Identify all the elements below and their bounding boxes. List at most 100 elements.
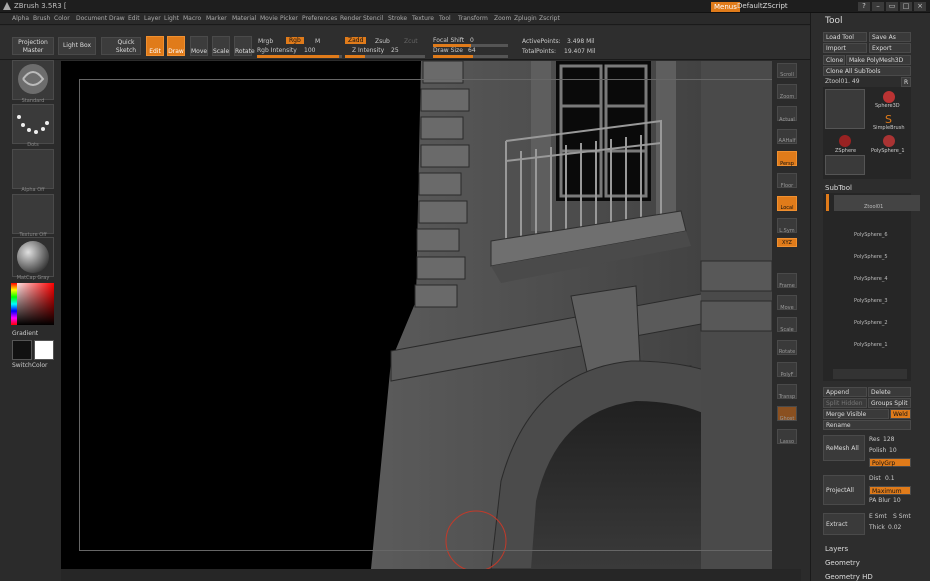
secondary-color-swatch[interactable] bbox=[12, 340, 32, 360]
weld-toggle[interactable]: Weld bbox=[890, 409, 911, 419]
m-toggle[interactable]: M bbox=[315, 38, 320, 45]
menu-color[interactable]: Color bbox=[54, 15, 70, 22]
projection-master-button[interactable]: Projection Master bbox=[12, 37, 54, 55]
s-smt-label[interactable]: S Smt bbox=[893, 513, 911, 520]
menu-light[interactable]: Light bbox=[164, 15, 179, 22]
minimize-icon[interactable]: – bbox=[872, 2, 884, 11]
rgb-intensity-slider[interactable] bbox=[257, 55, 342, 58]
subtool-header[interactable]: SubTool bbox=[825, 184, 852, 192]
brush-thumbnail[interactable] bbox=[12, 60, 54, 100]
mrgb-toggle[interactable]: Mrgb bbox=[258, 38, 273, 45]
export-button[interactable]: Export bbox=[869, 43, 911, 53]
project-all-button[interactable]: ProjectAll bbox=[823, 475, 865, 505]
help-icon[interactable]: ? bbox=[858, 2, 870, 11]
r-button[interactable]: R bbox=[901, 77, 911, 87]
rotate-button[interactable]: Rotate bbox=[234, 36, 255, 56]
menus-toggle[interactable]: Menus bbox=[711, 2, 740, 12]
geometry-hd-header[interactable]: Geometry HD bbox=[825, 573, 873, 581]
sphere3d-icon[interactable] bbox=[883, 91, 895, 103]
zadd-toggle[interactable]: Zadd bbox=[345, 37, 367, 44]
ztool-thumb[interactable] bbox=[825, 155, 865, 175]
close-icon[interactable]: × bbox=[914, 2, 926, 11]
menu-marker[interactable]: Marker bbox=[206, 15, 227, 22]
restore-icon[interactable]: ▭ bbox=[886, 2, 898, 11]
subtool-move-arrows[interactable] bbox=[833, 369, 907, 379]
move-button[interactable]: Move bbox=[190, 36, 208, 56]
light-box-button[interactable]: Light Box bbox=[58, 37, 96, 55]
z-intensity-slider[interactable] bbox=[345, 55, 425, 58]
draw-button[interactable]: Draw bbox=[167, 36, 185, 56]
extract-button[interactable]: Extract bbox=[823, 513, 865, 535]
menu-macro[interactable]: Macro bbox=[183, 15, 201, 22]
texture-thumbnail[interactable] bbox=[12, 194, 54, 234]
menu-zoom[interactable]: Zoom bbox=[494, 15, 511, 22]
rgb-toggle[interactable]: Rgb bbox=[286, 37, 304, 44]
edit-button[interactable]: Edit bbox=[146, 36, 164, 56]
hue-strip[interactable] bbox=[11, 283, 17, 325]
subtool-scrollbar[interactable] bbox=[826, 194, 829, 211]
subtool-item[interactable]: PolySphere_2 bbox=[834, 320, 920, 330]
subtool-item[interactable]: PolySphere_1 bbox=[834, 342, 920, 352]
stroke-thumbnail[interactable] bbox=[12, 104, 54, 144]
menu-material[interactable]: Material bbox=[232, 15, 256, 22]
menu-document[interactable]: Document bbox=[76, 15, 107, 22]
menu-draw[interactable]: Draw bbox=[109, 15, 125, 22]
menu-edit[interactable]: Edit bbox=[128, 15, 140, 22]
zcut-toggle[interactable]: Zcut bbox=[404, 38, 418, 45]
alpha-thumbnail[interactable] bbox=[12, 149, 54, 189]
import-button[interactable]: Import bbox=[823, 43, 867, 53]
polygrp-toggle[interactable]: PolyGrp bbox=[869, 458, 911, 467]
menu-brush[interactable]: Brush bbox=[33, 15, 50, 22]
split-hidden-button[interactable]: Split Hidden bbox=[823, 398, 867, 408]
menu-zplugin[interactable]: Zplugin bbox=[514, 15, 537, 22]
color-picker[interactable] bbox=[11, 283, 54, 325]
subtool-item[interactable]: PolySphere_3 bbox=[834, 298, 920, 308]
main-color-swatch[interactable] bbox=[34, 340, 54, 360]
zsphere-icon[interactable] bbox=[839, 135, 851, 147]
menu-preferences[interactable]: Preferences bbox=[302, 15, 337, 22]
geometry-header[interactable]: Geometry bbox=[825, 559, 860, 567]
current-tool-thumb[interactable] bbox=[825, 89, 865, 129]
canvas-viewport[interactable] bbox=[61, 61, 772, 569]
load-tool-button[interactable]: Load Tool bbox=[823, 32, 867, 42]
scale-button[interactable]: Scale bbox=[212, 36, 230, 56]
script-name[interactable]: DefaultZScript bbox=[737, 2, 788, 10]
draw-size-slider[interactable] bbox=[433, 55, 508, 58]
subtool-item[interactable]: Ztool01 bbox=[834, 195, 920, 211]
switch-color-button[interactable]: SwitchColor bbox=[12, 362, 48, 369]
e-smt-label[interactable]: E Smt bbox=[869, 513, 887, 520]
maximum-toggle[interactable]: Maximum bbox=[869, 486, 911, 495]
zsub-toggle[interactable]: Zsub bbox=[375, 38, 390, 45]
gradient-label[interactable]: Gradient bbox=[12, 330, 38, 337]
subtool-item[interactable]: PolySphere_4 bbox=[834, 276, 920, 286]
save-as-button[interactable]: Save As bbox=[869, 32, 911, 42]
menu-layer[interactable]: Layer bbox=[144, 15, 161, 22]
delete-button[interactable]: Delete bbox=[868, 387, 911, 397]
material-thumbnail[interactable] bbox=[12, 237, 54, 277]
append-button[interactable]: Append bbox=[823, 387, 867, 397]
subtool-item[interactable]: PolySphere_6 bbox=[834, 232, 920, 242]
maximize-icon[interactable]: □ bbox=[900, 2, 912, 11]
menu-stroke[interactable]: Stroke bbox=[388, 15, 407, 22]
menu-texture[interactable]: Texture bbox=[412, 15, 434, 22]
menu-alpha[interactable]: Alpha bbox=[12, 15, 29, 22]
clone-button[interactable]: Clone bbox=[823, 55, 845, 65]
menu-transform[interactable]: Transform bbox=[458, 15, 488, 22]
layers-header[interactable]: Layers bbox=[825, 545, 848, 553]
menu-render[interactable]: Render bbox=[340, 15, 361, 22]
menu-stencil[interactable]: Stencil bbox=[363, 15, 383, 22]
subtool-item[interactable]: PolySphere_5 bbox=[834, 254, 920, 264]
menu-movie[interactable]: Movie bbox=[260, 15, 278, 22]
menu-zscript[interactable]: Zscript bbox=[539, 15, 560, 22]
quick-sketch-button[interactable]: Quick Sketch bbox=[101, 37, 141, 55]
merge-visible-button[interactable]: Merge Visible bbox=[823, 409, 889, 419]
make-polymesh-button[interactable]: Make PolyMesh3D bbox=[846, 55, 911, 65]
menu-picker[interactable]: Picker bbox=[280, 15, 298, 22]
bottom-tray-handle[interactable] bbox=[61, 569, 801, 581]
menu-tool[interactable]: Tool bbox=[439, 15, 451, 22]
clone-all-subtools-button[interactable]: Clone All SubTools bbox=[823, 66, 911, 76]
polysphere-icon[interactable] bbox=[883, 135, 895, 147]
groups-split-button[interactable]: Groups Split bbox=[868, 398, 911, 408]
remesh-all-button[interactable]: ReMesh All bbox=[823, 435, 865, 461]
rename-button[interactable]: Rename bbox=[823, 420, 911, 430]
